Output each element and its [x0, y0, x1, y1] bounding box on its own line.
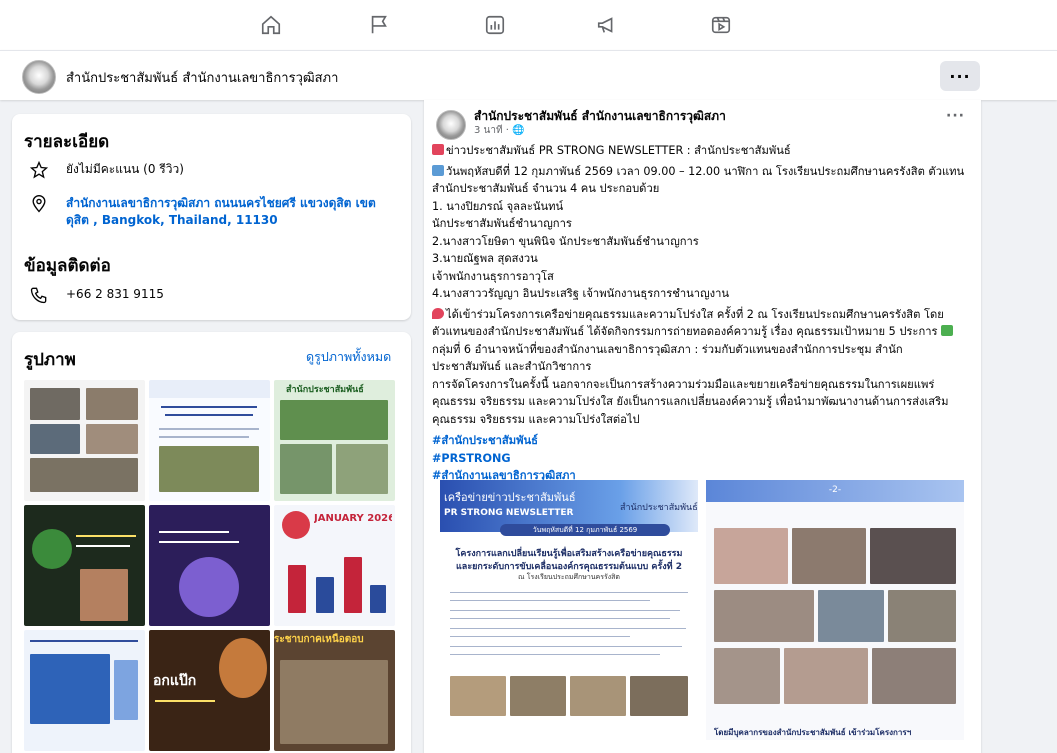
address-link[interactable]: สำนักงานเลขาธิการวุฒิสภา ถนนนครไชยศรี แข… — [66, 195, 406, 229]
post-body: ข่าวประชาสัมพันธ์ PR STRONG NEWSLETTER :… — [432, 142, 978, 485]
newsletter-headline-1: โครงการแลกเปลี่ยนเรียนรู้เพื่อเสริมสร้าง… — [455, 549, 683, 559]
page-more-button[interactable]: ··· — [940, 61, 980, 91]
photo-thumb-6[interactable]: JANUARY 2026 — [274, 505, 395, 626]
star-icon — [28, 159, 50, 181]
post-line: 4.นางสาววรัญญา อินประเสริฐ เจ้าพนักงานธุ… — [432, 287, 730, 300]
hashtag-link[interactable]: #สำนักประชาสัมพันธ์ — [432, 432, 978, 450]
photo-thumb-9-text: ระชาบกาคเหนือตอบ — [274, 634, 364, 645]
newsletter-banner-text: เครือข่ายข่าวประชาสัมพันธ์ — [444, 491, 576, 504]
home-icon[interactable] — [258, 12, 284, 38]
contact-title: ข้อมูลติดต่อ — [24, 256, 111, 276]
photo-thumb-6-text: JANUARY 2026 — [314, 513, 392, 524]
photo-thumb-9[interactable]: ระชาบกาคเหนือตอบ — [274, 630, 395, 751]
rating-text: ยังไม่มีคะแนน (0 รีวิว) — [66, 162, 184, 176]
post-line: สำนักประชาสัมพันธ์ จำนวน 4 คน ประกอบด้วย — [432, 182, 660, 195]
flag-icon[interactable] — [366, 12, 392, 38]
feed-post: สำนักประชาสัมพันธ์ สำนักงานเลขาธิการวุฒิ… — [424, 100, 981, 753]
photo-thumb-1[interactable] — [24, 380, 145, 501]
details-card: รายละเอียด ยังไม่มีคะแนน (0 รีวิว) สำนัก… — [12, 114, 411, 320]
megaphone-icon[interactable] — [594, 12, 620, 38]
photo-thumb-3-text: สำนักประชาสัมพันธ์ — [286, 385, 364, 395]
post-line: นักประชาสัมพันธ์ชำนาญการ — [432, 217, 572, 230]
post-line: คุณธรรม จริยธรรม และความโปร่งใสต่อไป — [432, 412, 640, 426]
post-image-collage[interactable]: -2- โดยมีบุคลากรของสำนักประชาสัมพันธ์ เข… — [706, 480, 964, 740]
check-emoji-icon — [941, 325, 954, 336]
post-line: ข่าวประชาสัมพันธ์ PR STRONG NEWSLETTER :… — [446, 144, 791, 157]
page-avatar[interactable] — [22, 60, 56, 94]
photo-thumb-8-text: อกแป๊ก — [153, 673, 197, 689]
top-navigation — [0, 0, 1057, 50]
collage-caption: โดยมีบุคลากรของสำนักประชาสัมพันธ์ เข้าร่… — [714, 728, 912, 737]
page-name[interactable]: สำนักประชาสัมพันธ์ สำนักงานเลขาธิการวุฒิ… — [66, 67, 338, 88]
hashtag-link[interactable]: #PRSTRONG — [432, 450, 978, 468]
location-emoji-icon — [432, 307, 444, 319]
newsletter-headline-2: และยกระดับการขับเคลื่อนองค์กรคุณธรรมต้นแ… — [456, 562, 682, 572]
photo-thumb-5[interactable] — [149, 505, 270, 626]
collage-page-number: -2- — [828, 485, 842, 495]
post-more-button[interactable]: ··· — [946, 108, 965, 124]
post-line: 2.นางสาวโยษิตา ขุนพินิจ นักประชาสัมพันธ์… — [432, 234, 699, 248]
post-line: วันพฤหัสบดีที่ 12 กุมภาพันธ์ 2569 เวลา 0… — [446, 164, 965, 178]
phone-number[interactable]: +66 2 831 9115 — [66, 286, 164, 303]
location-pin-icon — [28, 193, 50, 215]
page-header: สำนักประชาสัมพันธ์ สำนักงานเลขาธิการวุฒิ… — [0, 50, 1057, 100]
post-author-avatar[interactable] — [436, 110, 466, 140]
details-title: รายละเอียด — [24, 132, 110, 152]
photo-thumb-3[interactable]: สำนักประชาสัมพันธ์ — [274, 380, 395, 501]
post-line: ได้เข้าร่วมโครงการเครือข่ายคุณธรรมและควา… — [446, 307, 944, 321]
post-line: คุณธรรม จริยธรรม และความโปร่งใส ยังเป็นก… — [432, 395, 949, 408]
post-line: ประชาสัมพันธ์ และสำนักวิชาการ — [432, 360, 592, 373]
newsletter-date: วันพฤหัสบดีที่ 12 กุมภาพันธ์ 2569 — [500, 524, 670, 536]
post-line: กลุ่มที่ 6 อำนาจหน้าที่ของสำนักงานเลขาธิ… — [432, 342, 903, 356]
post-image-newsletter[interactable]: เครือข่ายข่าวประชาสัมพันธ์ สำนักประชาสัม… — [440, 480, 698, 740]
newsletter-subtitle: PR STRONG NEWSLETTER — [444, 508, 574, 518]
post-line: 3.นายณัฐพล สุดสงวน — [432, 252, 538, 265]
photos-title: รูปภาพ — [24, 350, 76, 370]
post-line: การจัดโครงการในครั้งนี้ นอกจากจะเป็นการส… — [432, 377, 935, 391]
see-all-photos-link[interactable]: ดูรูปภาพทั้งหมด — [306, 348, 391, 365]
photo-thumb-8[interactable]: อกแป๊ก — [149, 630, 270, 751]
photos-card: รูปภาพ ดูรูปภาพทั้งหมด สำนักประชาสัมพันธ… — [12, 332, 411, 753]
newsletter-headline-3: ณ โรงเรียนประถมศึกษานครรังสิต — [518, 573, 620, 581]
phone-icon — [28, 284, 50, 306]
post-line: 1. นางปิยภรณ์ จุลละนันทน์ — [432, 199, 564, 213]
photo-thumb-4[interactable] — [24, 505, 145, 626]
chart-icon[interactable] — [482, 12, 508, 38]
address-line-1: สำนักงานเลขาธิการวุฒิสภา ถนนนครไชยศรี แข… — [66, 196, 376, 210]
photo-thumb-7[interactable] — [24, 630, 145, 751]
post-line: ตัวแทนของสำนักประชาสัมพันธ์ ได้จัดกิจกรร… — [432, 325, 938, 338]
calendar-emoji-icon — [432, 164, 444, 176]
post-line: เจ้าพนักงานธุรการอาวุโส — [432, 269, 554, 283]
pin-emoji-icon — [432, 144, 444, 155]
photo-thumb-2[interactable] — [149, 380, 270, 501]
video-icon[interactable] — [708, 12, 734, 38]
newsletter-banner-right: สำนักประชาสัมพันธ์ — [620, 503, 698, 513]
post-timestamp[interactable]: 3 นาที · 🌐 — [474, 123, 525, 138]
address-line-2: ดุสิต , Bangkok, Thailand, 11130 — [66, 213, 278, 227]
